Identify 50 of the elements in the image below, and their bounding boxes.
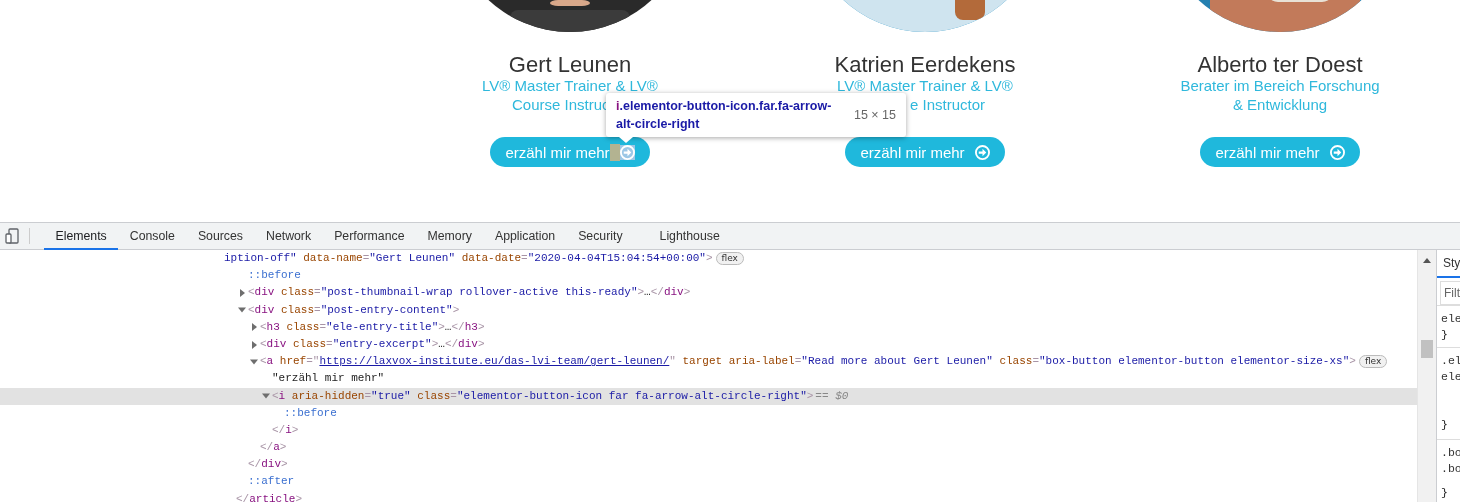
css-rule-text: } <box>1441 417 1449 433</box>
code-line[interactable]: </i> <box>272 421 299 440</box>
devtools-tab[interactable]: Lighthouse <box>648 223 732 250</box>
code-line[interactable]: </a> <box>260 439 287 457</box>
code-line[interactable]: "erzähl mir mehr" <box>272 370 385 388</box>
styles-tab[interactable]: Sty <box>1437 250 1460 278</box>
devtools-tab[interactable]: Console <box>118 223 187 250</box>
css-rule-text: } <box>1441 485 1449 501</box>
layout-badge[interactable]: flex <box>715 252 744 266</box>
role-text: & Entwicklung <box>1232 95 1328 114</box>
devices-icon[interactable] <box>5 228 19 244</box>
code-line[interactable]: </div> <box>248 456 288 474</box>
code-line[interactable]: </article> <box>236 490 303 502</box>
devtools-tab[interactable]: Sources <box>186 223 255 250</box>
code-line[interactable]: ::before <box>248 267 301 285</box>
role-text: Berater im Bereich Forschung <box>1180 76 1380 95</box>
devtools-tab[interactable]: Performance <box>322 223 417 250</box>
margin-highlight <box>609 143 620 161</box>
code-line[interactable]: ::after <box>248 473 295 491</box>
code-line[interactable]: <a href="https://laxvox-institute.eu/das-lvi-team/gert-leunen/" target aria-label="Read more about Gert Leunen" class="box-button elementor-button elementor-size-xs"> <box>260 353 1356 371</box>
code-line[interactable]: <i aria-hidden="true" class="elementor-button-icon far fa-arrow-alt-circle-right"> <box>272 387 814 405</box>
caret-down-icon[interactable] <box>248 357 260 366</box>
role-text: LV® Master Trainer & LV® <box>837 76 1013 95</box>
scroll-up-icon[interactable] <box>1423 258 1431 263</box>
person-name: Alberto ter Doest <box>1197 52 1363 78</box>
caret-down-icon[interactable] <box>260 392 272 401</box>
scrollbar-thumb[interactable] <box>1421 340 1433 358</box>
caret-down-icon[interactable] <box>236 306 248 315</box>
element-size: 15 × 15 <box>853 107 896 124</box>
person-name: Gert Leunen <box>508 52 632 78</box>
code-line[interactable]: ::before <box>284 404 337 422</box>
role-text: LV® Master Trainer & LV® <box>482 76 658 95</box>
devtools-tab[interactable]: Application <box>483 223 567 250</box>
devtools-tab[interactable]: Memory <box>416 223 484 250</box>
layout-badge[interactable]: flex <box>1358 355 1388 369</box>
scrollbar[interactable] <box>1417 250 1436 502</box>
selected-marker: == $0 <box>815 388 849 404</box>
filter-field[interactable]: Filt <box>1440 281 1460 305</box>
element-selector: i.elementor-button-icon.far.fa-arrow-alt-circle-right <box>616 98 833 133</box>
devtools-tab[interactable]: Elements <box>44 223 119 250</box>
code-line[interactable]: <div class="entry-excerpt">…</div> <box>260 335 485 354</box>
devtools-tab[interactable]: Network <box>254 223 323 250</box>
code-line[interactable]: iption-off" data-name="Gert Leunen" data-date="2020-04-04T15:04:54+00:00"> <box>224 250 713 268</box>
code-line[interactable]: <h3 class="ele-entry-title">…</h3> <box>260 318 485 336</box>
role-text: e Instructor <box>909 95 985 114</box>
css-rule-text: } <box>1441 327 1449 343</box>
person-name: Katrien Eerdekens <box>834 52 1016 78</box>
code-line[interactable]: <div class="post-entry-content"> <box>248 301 460 319</box>
code-line[interactable]: <div class="post-thumbnail-wrap rollover-active this-ready">…</div> <box>248 284 691 302</box>
devtools-tab[interactable]: Security <box>566 223 635 250</box>
